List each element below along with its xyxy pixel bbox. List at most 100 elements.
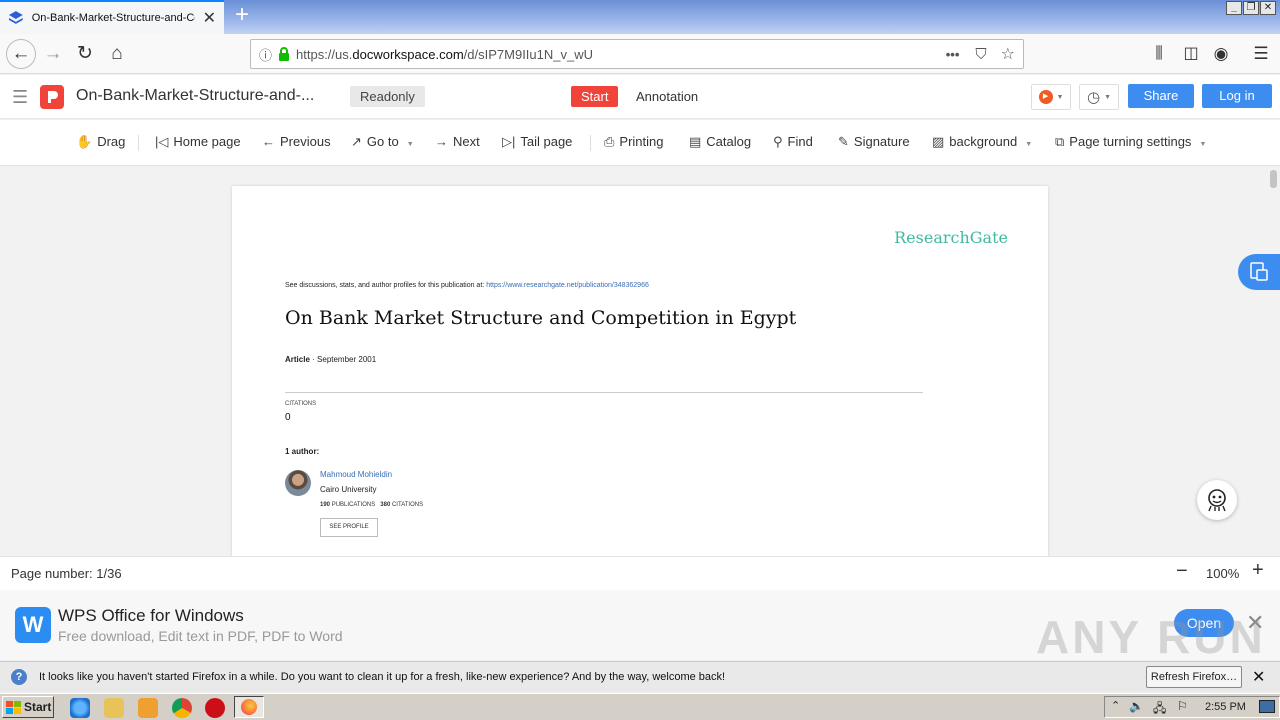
assistant-button[interactable] bbox=[1197, 480, 1237, 520]
goto-arrow-icon: ↗ bbox=[351, 134, 362, 149]
history-button[interactable]: ◷ ▼ bbox=[1079, 84, 1119, 110]
firefox-taskbar-button[interactable] bbox=[234, 696, 264, 718]
flag-icon[interactable]: ⚐ bbox=[1177, 699, 1188, 713]
close-window-icon[interactable]: ✕ bbox=[1260, 1, 1276, 15]
record-button[interactable]: ▶ ▼ bbox=[1031, 84, 1071, 110]
background-icon: ▨ bbox=[932, 134, 945, 149]
article-meta: Article · September 2001 bbox=[285, 355, 377, 364]
goto-button[interactable]: ↗ Go to ▼ bbox=[351, 134, 419, 150]
minimize-icon[interactable]: _ bbox=[1226, 1, 1242, 15]
chrome-icon[interactable] bbox=[172, 698, 192, 718]
author-name-link[interactable]: Mahmoud Mohieldin bbox=[320, 470, 392, 479]
home-icon[interactable]: ⌂ bbox=[104, 41, 130, 67]
pdf-convert-button[interactable] bbox=[1238, 254, 1280, 290]
see-profile-button[interactable]: SEE PROFILE bbox=[320, 518, 378, 537]
signature-button[interactable]: ✎ Signature bbox=[838, 134, 910, 150]
zoom-out-icon[interactable]: − bbox=[1176, 560, 1188, 583]
catalog-button[interactable]: ▤ Catalog bbox=[689, 134, 751, 150]
refresh-firefox-button[interactable]: Refresh Firefox… bbox=[1146, 666, 1242, 688]
info-icon[interactable]: ⓘ bbox=[259, 45, 272, 64]
back-icon[interactable]: ← bbox=[6, 39, 36, 69]
background-button[interactable]: ▨ background ▼ bbox=[932, 134, 1037, 150]
menu-icon[interactable]: ☰ bbox=[1248, 41, 1274, 67]
start-button[interactable]: Start bbox=[2, 696, 54, 718]
author-avatar[interactable] bbox=[285, 470, 311, 496]
divider bbox=[285, 392, 923, 393]
document-viewer[interactable]: ResearchGate See discussions, stats, and… bbox=[0, 166, 1280, 556]
opera-icon[interactable] bbox=[205, 698, 225, 718]
find-button[interactable]: ⚲ Find bbox=[773, 134, 813, 150]
sidebar-icon[interactable]: ◫ bbox=[1178, 41, 1204, 67]
tab-title: On-Bank-Market-Structure-and-Co bbox=[31, 12, 195, 24]
author-stats: 190 PUBLICATIONS 380 CITATIONS bbox=[320, 502, 424, 508]
forward-icon[interactable]: → bbox=[40, 41, 66, 67]
tray-expand-icon[interactable]: ⌃ bbox=[1111, 699, 1120, 712]
previous-button[interactable]: ← Previous bbox=[262, 134, 331, 149]
scrollbar-thumb[interactable] bbox=[1270, 170, 1277, 188]
next-button[interactable]: → Next bbox=[435, 134, 480, 149]
readonly-badge: Readonly bbox=[350, 86, 425, 107]
chevron-down-icon: ▼ bbox=[1056, 93, 1064, 101]
windows-taskbar: Start ⌃ 🔈 🖧 ⚐ 2:55 PM bbox=[0, 693, 1280, 720]
viewer-statusbar: Page number: 1/36 − 100% + bbox=[0, 556, 1280, 590]
robot-assistant-icon bbox=[1208, 489, 1226, 512]
promo-title: WPS Office for Windows bbox=[58, 606, 244, 625]
toolbar-divider bbox=[138, 135, 139, 151]
account-icon[interactable]: ◉ bbox=[1208, 41, 1234, 67]
printing-button[interactable]: ⎙ Printing bbox=[604, 134, 663, 150]
notification-close-icon[interactable]: ✕ bbox=[1252, 667, 1265, 687]
citations-value: 0 bbox=[285, 412, 291, 423]
author-affiliation: Cairo University bbox=[320, 485, 377, 494]
publication-link[interactable]: https://www.researchgate.net/publication… bbox=[486, 282, 649, 289]
pen-icon: ✎ bbox=[838, 134, 849, 149]
reload-icon[interactable]: ↻ bbox=[72, 41, 98, 67]
drag-button[interactable]: ✋ Drag bbox=[76, 134, 125, 150]
page-settings-icon: ⧉ bbox=[1055, 134, 1065, 149]
ie-icon[interactable] bbox=[70, 698, 90, 718]
app-logo-icon bbox=[40, 85, 64, 109]
page-actions-icon[interactable]: ••• bbox=[946, 47, 960, 62]
document-page: ResearchGate See discussions, stats, and… bbox=[232, 186, 1048, 556]
pdf-convert-icon bbox=[1250, 262, 1268, 281]
url-bar[interactable]: ⓘ https://us.docworkspace.com/d/sIP7M9II… bbox=[250, 39, 1024, 69]
catalog-icon: ▤ bbox=[689, 134, 702, 149]
library-icon[interactable]: ⫼ bbox=[1146, 41, 1172, 67]
hamburger-menu-icon[interactable]: ☰ bbox=[12, 87, 28, 108]
tail-page-button[interactable]: ▷| Tail page bbox=[502, 134, 572, 150]
start-tab[interactable]: Start bbox=[571, 86, 619, 107]
docworkspace-favicon-icon bbox=[8, 11, 23, 24]
page-number: Page number: 1/36 bbox=[11, 566, 122, 581]
firefox-icon bbox=[241, 699, 257, 715]
history-icon: ◷ bbox=[1086, 89, 1101, 106]
promo-subtitle: Free download, Edit text in PDF, PDF to … bbox=[58, 628, 343, 644]
help-icon: ? bbox=[11, 669, 27, 685]
new-tab-icon[interactable]: + bbox=[230, 3, 254, 28]
tab-close-icon[interactable]: ✕ bbox=[203, 8, 216, 28]
media-player-icon[interactable] bbox=[138, 698, 158, 718]
bookmark-star-icon[interactable]: ☆ bbox=[1001, 44, 1015, 64]
system-tray: ⌃ 🔈 🖧 ⚐ 2:55 PM bbox=[1104, 696, 1280, 718]
zoom-in-icon[interactable]: + bbox=[1252, 559, 1264, 582]
citations-label: CITATIONS bbox=[285, 401, 317, 407]
show-desktop-icon[interactable] bbox=[1259, 700, 1275, 713]
notification-message: It looks like you haven't started Firefo… bbox=[39, 671, 726, 683]
folder-icon[interactable] bbox=[104, 698, 124, 718]
record-icon: ▶ bbox=[1038, 90, 1053, 104]
home-page-button[interactable]: |◁ Home page bbox=[155, 134, 241, 150]
share-button[interactable]: Share bbox=[1128, 84, 1194, 108]
chevron-down-icon: ▼ bbox=[406, 141, 414, 148]
toolbar-divider bbox=[590, 135, 591, 151]
page-turning-settings-button[interactable]: ⧉ Page turning settings ▼ bbox=[1055, 134, 1211, 150]
pocket-icon[interactable]: ⛉ bbox=[975, 46, 986, 63]
document-title-heading: On Bank Market Structure and Competition… bbox=[285, 307, 797, 329]
annotation-tab[interactable]: Annotation bbox=[636, 89, 698, 104]
last-page-icon: ▷| bbox=[502, 134, 516, 149]
researchgate-logo: ResearchGate bbox=[894, 228, 1008, 247]
network-icon[interactable]: 🖧 bbox=[1153, 699, 1166, 720]
login-button[interactable]: Log in bbox=[1202, 84, 1272, 108]
browser-tab[interactable]: On-Bank-Market-Structure-and-Co ✕ bbox=[0, 0, 224, 34]
browser-navbar: ← → ↻ ⌂ ⓘ https://us.docworkspace.com/d/… bbox=[0, 34, 1280, 74]
chevron-down-icon: ▼ bbox=[1025, 141, 1033, 148]
restore-icon[interactable]: ❐ bbox=[1243, 1, 1259, 15]
volume-icon[interactable]: 🔈 bbox=[1129, 699, 1144, 713]
